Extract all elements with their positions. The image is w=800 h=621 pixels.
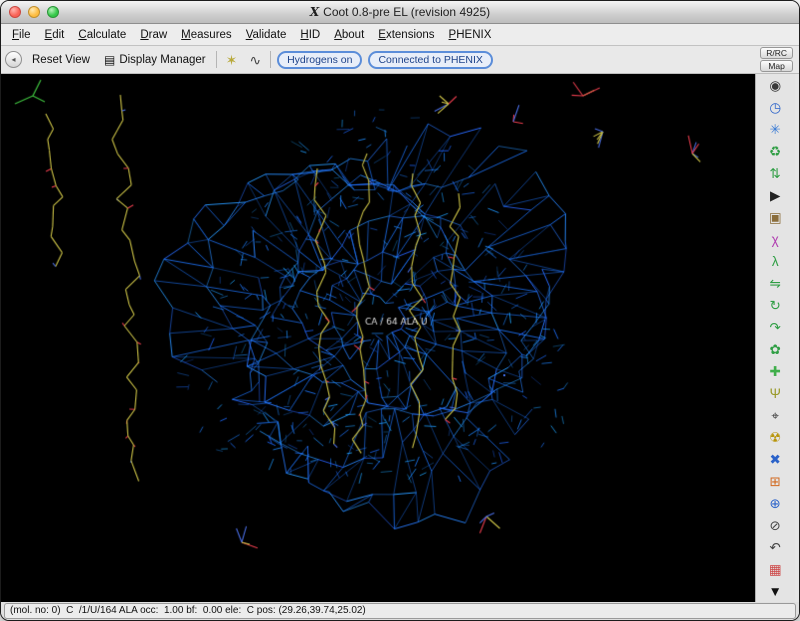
x11-icon: X [310, 5, 319, 19]
toolbar: ◂ Reset View ▤ Display Manager ✶ ∿ Hydro… [1, 46, 799, 74]
play-icon[interactable]: ▶ [760, 185, 790, 207]
zoom-button[interactable] [47, 6, 59, 18]
regularize-icon[interactable]: ⇅ [760, 163, 790, 185]
menu-validate[interactable]: Validate [239, 27, 294, 43]
minimize-button[interactable] [28, 6, 40, 18]
reset-view-button[interactable]: Reset View [28, 52, 94, 68]
toolbar-collapse-button[interactable]: ◂ [5, 51, 22, 68]
add-terminal-residue-icon[interactable]: ✚ [760, 361, 790, 383]
blue-cross-icon[interactable]: ✖ [760, 449, 790, 471]
eye-icon[interactable]: ◉ [760, 75, 790, 97]
sidechain-180-icon[interactable]: ↻ [760, 295, 790, 317]
traffic-lights [9, 6, 59, 18]
target-icon[interactable]: ⌖ [760, 405, 790, 427]
rrc-button[interactable]: R/RC [760, 47, 793, 59]
mutate-icon[interactable]: ✿ [760, 339, 790, 361]
ligand-icon[interactable]: ✶ [223, 51, 241, 69]
refine-icon[interactable]: ♻ [760, 141, 790, 163]
window-title: X Coot 0.8-pre EL (revision 4925) [1, 5, 799, 19]
more-items-arrow-icon[interactable]: ▼ [760, 581, 790, 602]
main-area: ◉◷✳♻⇅▶▣χλ⇋↻↷✿✚Ψ⌖☢✖⊞⊕⊘↶▦▼ [1, 74, 799, 602]
rotamer-icon[interactable]: χ [760, 229, 790, 251]
window-title-text: Coot 0.8-pre EL (revision 4925) [323, 5, 490, 19]
place-atom-icon[interactable]: ⊕ [760, 493, 790, 515]
menu-extensions[interactable]: Extensions [371, 27, 441, 43]
menu-phenix[interactable]: PHENIX [442, 27, 499, 43]
menu-about[interactable]: About [327, 27, 371, 43]
flip-peptide-icon[interactable]: ⇋ [760, 273, 790, 295]
titlebar[interactable]: X Coot 0.8-pre EL (revision 4925) [1, 1, 799, 24]
close-button[interactable] [9, 6, 21, 18]
display-manager-button[interactable]: ▤ Display Manager [100, 52, 210, 68]
molecule-viewport[interactable] [1, 74, 755, 602]
menu-calculate[interactable]: Calculate [71, 27, 133, 43]
reset-view-label: Reset View [32, 54, 90, 66]
delete-icon[interactable]: ⊘ [760, 515, 790, 537]
palette-icon[interactable]: ▦ [760, 559, 790, 581]
jed-flip-icon[interactable]: ↷ [760, 317, 790, 339]
menu-hid[interactable]: HID [293, 27, 327, 43]
radiation-icon[interactable]: ☢ [760, 427, 790, 449]
toolbar-separator [216, 51, 217, 68]
phenix-connection-button[interactable]: Connected to PHENIX [368, 51, 492, 69]
timer-icon[interactable]: ◷ [760, 97, 790, 119]
menu-file[interactable]: File [5, 27, 38, 43]
coot-window: X Coot 0.8-pre EL (revision 4925) FileEdi… [0, 0, 800, 621]
snowflake-icon[interactable]: ✳ [760, 119, 790, 141]
chi-angles-icon[interactable]: λ [760, 251, 790, 273]
undo-icon[interactable]: ↶ [760, 537, 790, 559]
squiggle-icon[interactable]: ∿ [246, 51, 264, 69]
statusbar: (mol. no: 0) C /1/U/164 ALA occ: 1.00 bf… [1, 602, 799, 620]
status-text: (mol. no: 0) C /1/U/164 ALA occ: 1.00 bf… [4, 603, 796, 619]
right-toolbar: ◉◷✳♻⇅▶▣χλ⇋↻↷✿✚Ψ⌖☢✖⊞⊕⊘↶▦▼ [755, 74, 795, 602]
menu-edit[interactable]: Edit [38, 27, 72, 43]
map-button[interactable]: Map [760, 60, 793, 72]
menu-measures[interactable]: Measures [174, 27, 239, 43]
menubar: FileEditCalculateDrawMeasuresValidateHID… [1, 24, 799, 46]
plus-box-icon[interactable]: ⊞ [760, 471, 790, 493]
toolbar-separator [270, 51, 271, 68]
display-manager-label: Display Manager [119, 54, 205, 66]
rigid-body-icon[interactable]: ▣ [760, 207, 790, 229]
side-button-stack: R/RC Map [760, 47, 795, 72]
display-manager-icon: ▤ [104, 54, 115, 66]
hydrogens-toggle-button[interactable]: Hydrogens on [277, 51, 362, 69]
menu-draw[interactable]: Draw [133, 27, 174, 43]
alt-conf-icon[interactable]: Ψ [760, 383, 790, 405]
